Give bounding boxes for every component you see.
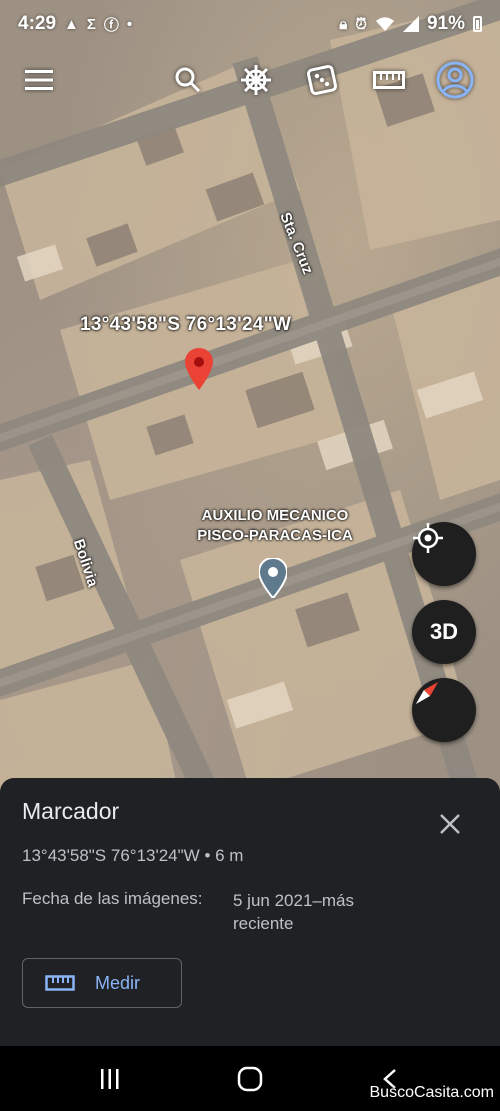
placemark-pin-icon[interactable]	[185, 348, 213, 390]
recent-apps-icon	[101, 1069, 119, 1089]
facebook-icon: ⓕ	[103, 16, 119, 34]
imagery-date-value: 5 jun 2021–más reciente	[233, 891, 354, 933]
measure-button[interactable]: Medir	[22, 958, 182, 1008]
crosshair-icon	[413, 523, 443, 553]
poi-label[interactable]: AUXILIO MECANICO PISCO-PARACAS-ICA	[160, 506, 390, 546]
recent-apps-button[interactable]	[86, 1060, 134, 1098]
measure-tool-button[interactable]	[365, 56, 413, 104]
signal-icon	[402, 16, 419, 32]
dice-icon	[307, 65, 337, 95]
status-time: 4:29	[18, 13, 57, 34]
home-button[interactable]	[226, 1060, 274, 1098]
wifi-icon	[375, 17, 394, 31]
map-coordinates-label: 13°43'58"S 76°13'24"W	[80, 314, 292, 335]
alarm-icon: ⏰︎	[355, 15, 367, 33]
feeling-lucky-button[interactable]	[298, 56, 346, 104]
watermark: BuscoCasita.com	[369, 1084, 495, 1101]
compass-icon	[416, 682, 438, 704]
poi-pin-icon[interactable]	[259, 558, 287, 598]
status-bar: 4:29 ▲ Σ ⓕ • 🔒︎ ⏰︎ 91%	[0, 0, 500, 48]
toggle-3d-button[interactable]: 3D	[412, 600, 476, 664]
dot-icon: •	[126, 15, 133, 33]
poi-label-line1: AUXILIO MECANICO	[201, 507, 349, 524]
voyager-button[interactable]	[232, 56, 280, 104]
search-button[interactable]	[164, 56, 212, 104]
poi-label-line2: PISCO-PARACAS-ICA	[197, 527, 353, 544]
compass-button[interactable]	[412, 678, 476, 742]
sheet-title: Marcador	[22, 798, 120, 824]
ruler-icon	[373, 71, 405, 89]
imagery-date-label: Fecha de las imágenes:	[22, 889, 203, 908]
battery-percent: 91%	[426, 13, 465, 34]
account-icon	[436, 61, 474, 99]
warning-icon: ▲	[64, 15, 79, 33]
measure-button-label: Medir	[95, 972, 141, 993]
sigma-icon: Σ	[86, 15, 96, 33]
my-location-button[interactable]	[412, 522, 476, 586]
placemark-coordinates: 13°43'58"S 76°13'24"W • 6 m	[22, 846, 244, 865]
voyager-wheel-icon	[241, 65, 271, 95]
account-button[interactable]	[431, 56, 479, 104]
home-icon	[237, 1066, 263, 1092]
satellite-map[interactable]: 13°43'58"S 76°13'24"W Sta. Cruz Bolivia …	[0, 0, 500, 800]
menu-icon	[25, 70, 53, 90]
top-toolbar	[0, 50, 500, 110]
lock-icon: 🔒︎	[339, 15, 348, 33]
search-icon	[175, 67, 201, 93]
battery-icon	[473, 16, 482, 32]
close-icon	[440, 814, 460, 834]
ruler-icon	[45, 975, 75, 991]
menu-button[interactable]	[15, 56, 63, 104]
placemark-info-sheet: Marcador 13°43'58"S 76°13'24"W • 6 m Fec…	[0, 778, 500, 1046]
close-button[interactable]	[432, 806, 468, 842]
